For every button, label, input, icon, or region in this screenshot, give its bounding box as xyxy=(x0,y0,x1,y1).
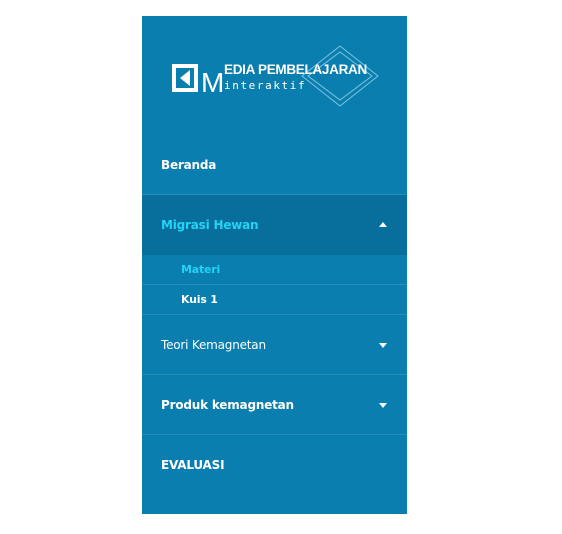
menu-item-beranda[interactable]: Beranda xyxy=(142,135,407,195)
menu-item-produk-kemagnetan[interactable]: Produk kemagnetan xyxy=(142,375,407,435)
logo-mark-icon xyxy=(172,64,198,92)
logo[interactable]: M EDIA PEMBELAJARAN interaktif xyxy=(170,44,382,108)
submenu-item-materi[interactable]: Materi xyxy=(142,255,407,285)
menu-item-migrasi-hewan[interactable]: Migrasi Hewan xyxy=(142,195,407,255)
menu-item-label: Teori Kemagnetan xyxy=(161,337,266,352)
submenu-migrasi-hewan: Materi Kuis 1 xyxy=(142,255,407,315)
logo-subtitle: interaktif xyxy=(224,79,306,92)
menu-item-label: Produk kemagnetan xyxy=(161,397,294,412)
menu-item-label: Beranda xyxy=(161,157,217,172)
chevron-down-icon xyxy=(379,403,387,408)
menu-item-label: EVALUASI xyxy=(161,458,225,472)
logo-title: EDIA PEMBELAJARAN xyxy=(224,62,367,77)
menu-item-label: Migrasi Hewan xyxy=(161,218,259,232)
menu-item-teori-kemagnetan[interactable]: Teori Kemagnetan xyxy=(142,315,407,375)
logo-initial: M xyxy=(201,67,224,98)
sidebar: M EDIA PEMBELAJARAN interaktif Beranda M… xyxy=(142,16,407,514)
submenu-item-label: Materi xyxy=(181,263,221,276)
chevron-down-icon xyxy=(379,343,387,348)
submenu-item-kuis-1[interactable]: Kuis 1 xyxy=(142,285,407,315)
chevron-up-icon xyxy=(379,222,387,227)
submenu-item-label: Kuis 1 xyxy=(181,293,218,306)
menu-item-evaluasi[interactable]: EVALUASI xyxy=(142,435,407,495)
nav-menu: Beranda Migrasi Hewan Materi Kuis 1 Teor… xyxy=(142,135,407,495)
